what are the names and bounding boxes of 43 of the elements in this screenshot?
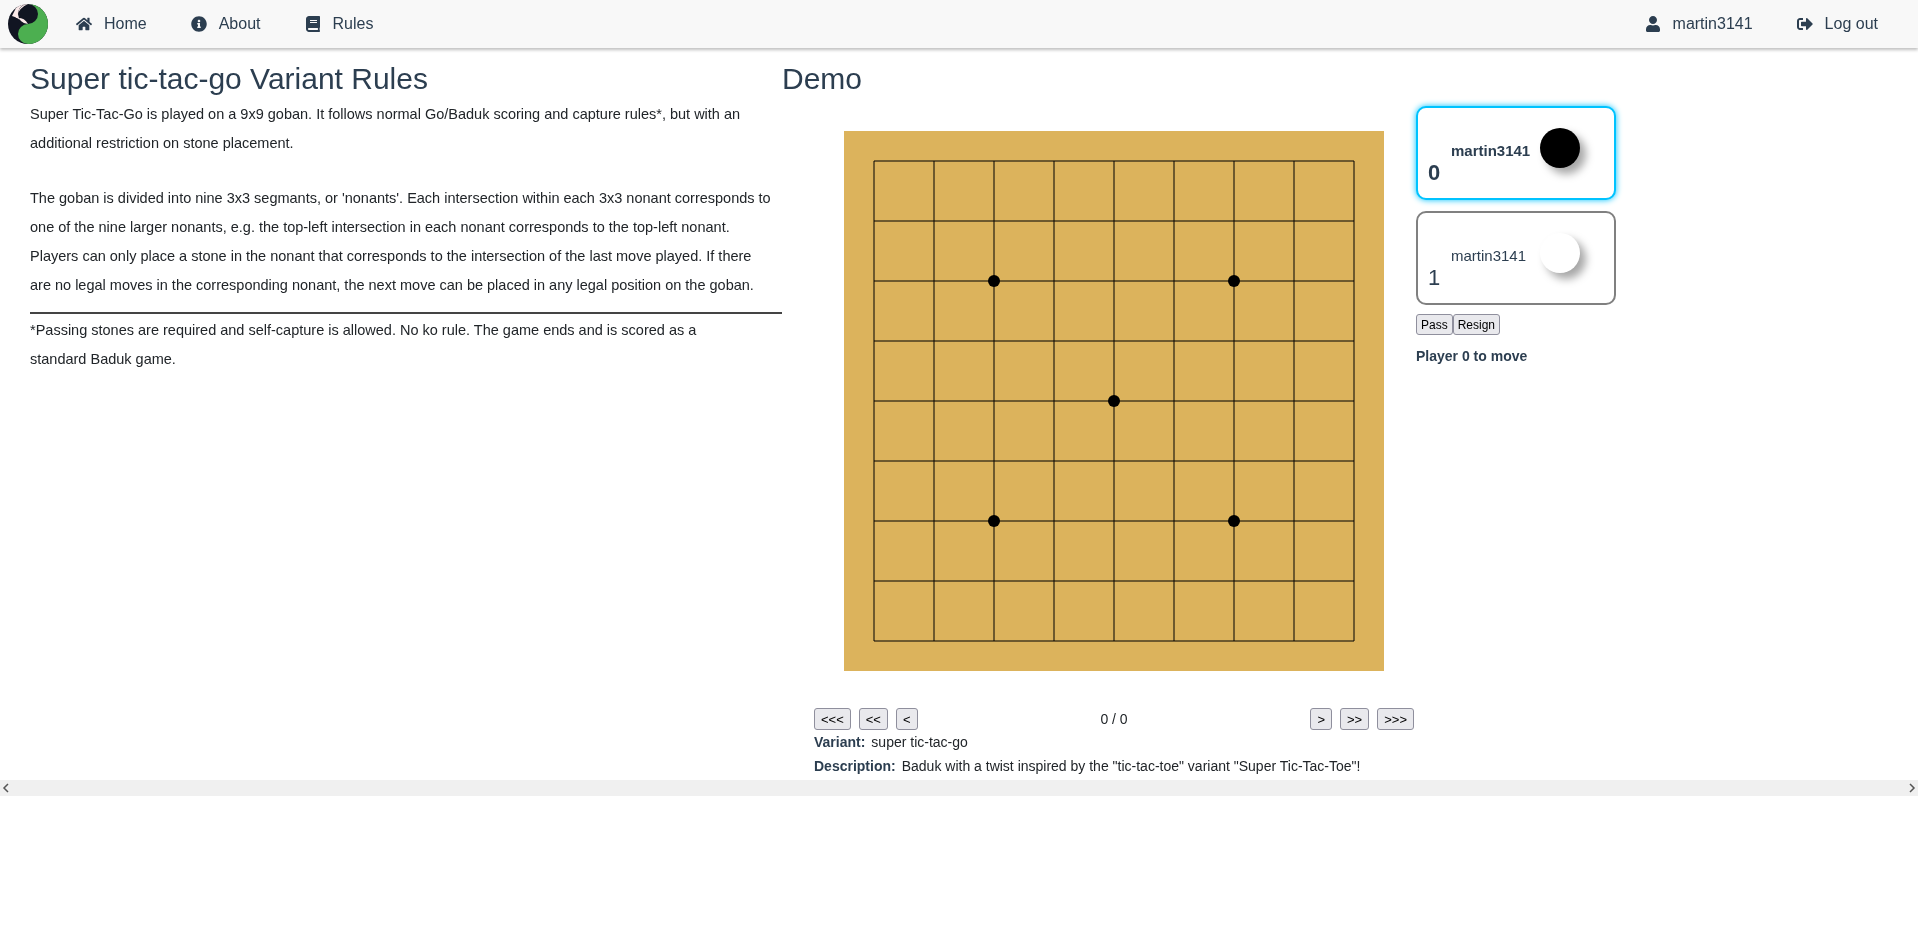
info-icon bbox=[190, 16, 207, 32]
logo-icon[interactable] bbox=[8, 4, 48, 44]
turn-status: Player 0 to move bbox=[1416, 347, 1529, 366]
demo-title: Demo bbox=[782, 61, 864, 97]
star-point-icon bbox=[988, 275, 1000, 287]
navigation-button[interactable]: <<< bbox=[814, 708, 851, 730]
horizontal-scrollbar[interactable] bbox=[0, 780, 1918, 796]
player-name: martin3141 bbox=[1451, 141, 1531, 161]
navigation-button[interactable]: < bbox=[895, 708, 918, 730]
player-name: martin3141 bbox=[1451, 246, 1527, 266]
nav-link[interactable]: Rules bbox=[288, 12, 390, 36]
rules-paragraph: The goban is divided into nine 3x3 segmants, or 'nonants'. Each intersection within each 3x3 nonant corresponds to one of the nine larger nonants, e.g. the top-left intersection in each nonant corresponds to the top-left nonant. Players can only place a stone in the nonant that corresponds to the intersection of the last move played. If there are no legal moves in the corresponding nonant, the next move can be placed in any legal position on the goban. bbox=[30, 189, 772, 295]
navigation-button[interactable]: > bbox=[1310, 708, 1333, 730]
info-label: Variant: bbox=[814, 733, 866, 752]
user-icon bbox=[1644, 16, 1661, 32]
navigation-button[interactable]: >> bbox=[1340, 708, 1370, 730]
scroll-right-icon[interactable] bbox=[1908, 783, 1916, 793]
book-icon bbox=[304, 16, 321, 32]
star-point-icon bbox=[1228, 515, 1240, 527]
navigation-button[interactable]: >>> bbox=[1377, 708, 1414, 730]
player-score: 1 bbox=[1428, 264, 1441, 292]
player-score: 0 bbox=[1428, 159, 1441, 187]
footnote-text: *Passing stones are required and self-capture is allowed. No ko rule. The game ends and is scored as a standard Baduk game. bbox=[30, 321, 698, 369]
logout-icon bbox=[1796, 16, 1813, 32]
rules-paragraph: Super Tic-Tac-Go is played on a 9x9 goban. It follows normal Go/Baduk scoring and capture rules*, but with an additional restriction on stone placement. bbox=[30, 105, 742, 153]
page-title: Super tic-tac-go Variant Rules bbox=[30, 61, 429, 97]
nav-link[interactable]: About bbox=[174, 12, 277, 36]
scroll-left-icon[interactable] bbox=[2, 783, 10, 793]
nav-link[interactable]: Log out bbox=[1780, 12, 1894, 36]
nav-link[interactable]: Home bbox=[60, 12, 163, 36]
navigation-button[interactable]: << bbox=[858, 708, 888, 730]
move-counter: 0 / 0 bbox=[1099, 709, 1129, 729]
game-action-button[interactable]: Pass bbox=[1416, 314, 1453, 335]
info-label: Description: bbox=[814, 757, 896, 776]
star-point-icon bbox=[1228, 275, 1240, 287]
info-value: Baduk with a twist inspired by the "tic-tac-toe" variant "Super Tic-Tac-Toe"! bbox=[901, 757, 1361, 776]
go-board[interactable] bbox=[844, 131, 1384, 671]
nav-link[interactable]: martin3141 bbox=[1628, 12, 1769, 36]
info-value: super tic-tac-go bbox=[871, 733, 968, 752]
star-point-icon bbox=[1108, 395, 1120, 407]
game-action-button[interactable]: Resign bbox=[1452, 314, 1501, 335]
star-point-icon bbox=[988, 515, 1000, 527]
home-icon bbox=[76, 16, 92, 32]
